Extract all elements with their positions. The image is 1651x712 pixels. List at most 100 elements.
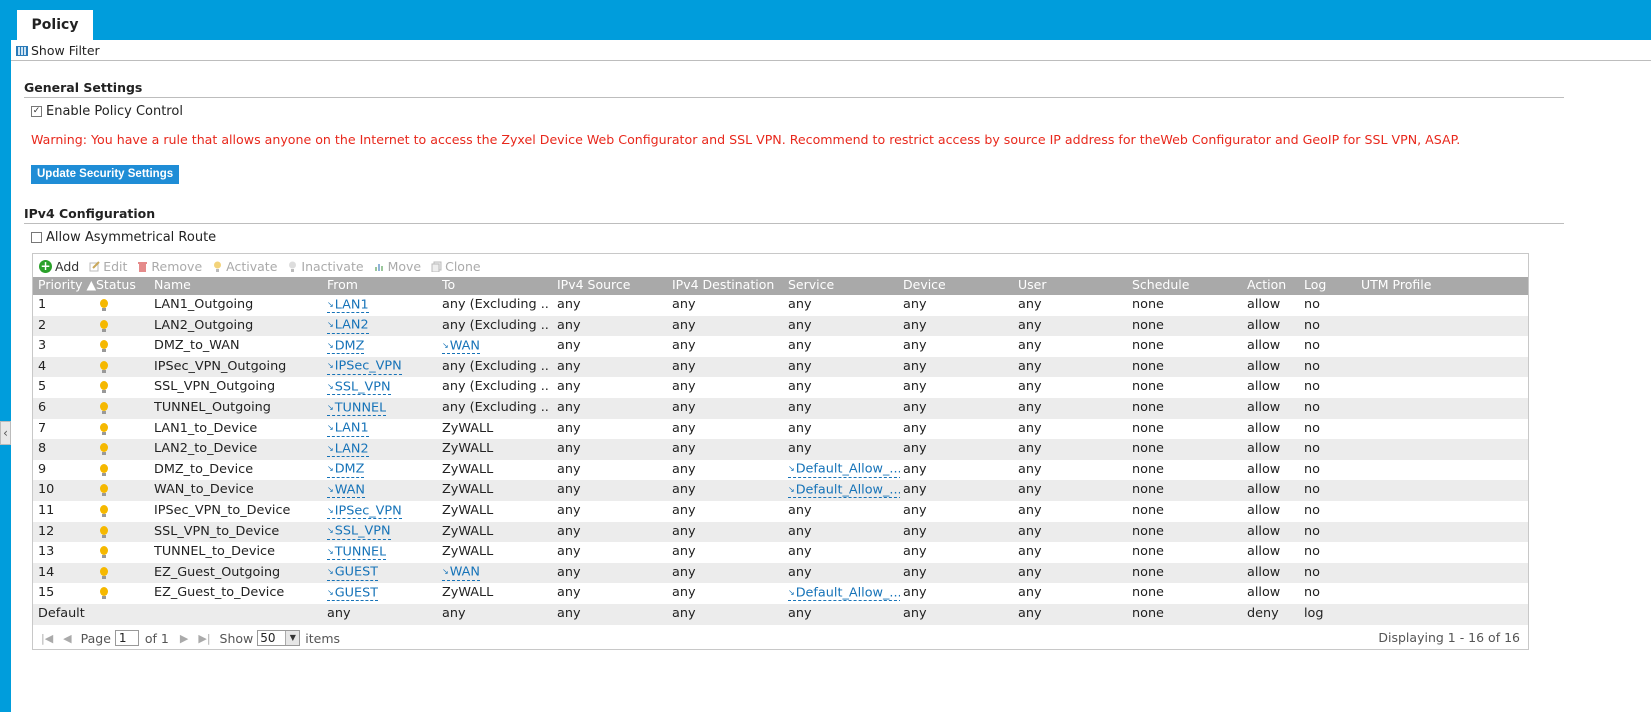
to-cell[interactable]: ↘WAN (442, 563, 550, 584)
object-link[interactable]: ↘LAN2 (327, 318, 369, 334)
table-row[interactable]: 9 DMZ_to_Device ↘DMZ ZyWALL any any ↘Default_A… (33, 460, 1528, 481)
from-cell[interactable]: ↘LAN2 (327, 439, 369, 460)
priority-cell: 13 (38, 544, 55, 560)
collapse-panel-button[interactable]: ‹ (0, 421, 11, 445)
from-cell[interactable]: ↘IPSec_VPN (327, 357, 402, 378)
tab-policy[interactable]: Policy (17, 10, 93, 40)
table-row[interactable]: 15 EZ_Guest_to_Device ↘GUEST ZyWALL any any ↘D… (33, 583, 1528, 604)
table-row[interactable]: 1 LAN1_Outgoing ↘LAN1 any (Excluding ... any… (33, 295, 1528, 316)
prev-page-icon[interactable]: ◀ (63, 632, 71, 645)
table-row[interactable]: 2 LAN2_Outgoing ↘LAN2 any (Excluding ... any… (33, 315, 1528, 337)
col-schedule[interactable]: Schedule (1132, 277, 1189, 292)
next-page-icon[interactable]: ▶ (180, 632, 188, 645)
service-cell[interactable]: ↘Default_Allow_... (788, 460, 900, 481)
from-cell[interactable]: ↘LAN2 (327, 316, 369, 337)
asymmetrical-route-checkbox[interactable] (31, 232, 42, 243)
from-cell[interactable]: ↘DMZ (327, 460, 365, 481)
table-row[interactable]: 6 TUNNEL_Outgoing ↘TUNNEL any (Excluding ..… (33, 398, 1528, 419)
object-link[interactable]: ↘WAN (327, 483, 365, 499)
from-cell[interactable]: ↘GUEST (327, 583, 379, 604)
add-button[interactable]: + Add (39, 259, 79, 274)
to-cell[interactable]: ↘WAN (442, 336, 550, 357)
page-input[interactable]: 1 (114, 630, 139, 646)
from-cell[interactable]: ↘LAN1 (327, 419, 369, 440)
object-link[interactable]: ↘LAN1 (327, 421, 369, 437)
from-cell[interactable]: ↘LAN1 (327, 295, 369, 316)
table-row[interactable]: 7 LAN1_to_Device ↘LAN1 ZyWALL any any any any an… (33, 419, 1528, 440)
last-page-icon[interactable]: ▶| (198, 632, 210, 645)
col-to[interactable]: To (442, 277, 455, 292)
from-cell[interactable]: ↘SSL_VPN (327, 522, 391, 543)
update-security-settings-button[interactable]: Update Security Settings (31, 165, 180, 184)
col-service[interactable]: Service (788, 277, 834, 292)
col-ipv4-destination[interactable]: IPv4 Destination (672, 277, 774, 292)
page-size-select[interactable]: 50 ▼ (257, 630, 301, 646)
object-link[interactable]: ↘DMZ (327, 339, 365, 355)
object-link[interactable]: ↘Default_Allow_... (788, 586, 900, 602)
priority-cell: 14 (38, 564, 55, 580)
col-priority[interactable]: Priority ▲ (38, 277, 96, 292)
from-cell[interactable]: ↘TUNNEL (327, 542, 387, 563)
log-cell: no (1304, 420, 1320, 436)
clone-button[interactable]: Clone (431, 259, 481, 274)
from-cell[interactable]: ↘DMZ (327, 336, 365, 357)
object-link[interactable]: ↘WAN (442, 339, 480, 355)
object-link[interactable]: ↘SSL_VPN (327, 524, 391, 540)
object-link[interactable]: ↘TUNNEL (327, 545, 387, 561)
inactivate-button[interactable]: Inactivate (287, 258, 364, 274)
edit-button[interactable]: Edit (89, 259, 127, 274)
col-user[interactable]: User (1018, 277, 1047, 292)
show-filter-button[interactable]: Show Filter (16, 43, 100, 58)
table-row[interactable]: 13 TUNNEL_to_Device ↘TUNNEL ZyWALL any any any… (33, 542, 1528, 563)
user-cell: any (1018, 317, 1042, 333)
col-from[interactable]: From (327, 277, 358, 292)
col-ipv4-source[interactable]: IPv4 Source (557, 277, 630, 292)
schedule-cell: none (1132, 482, 1164, 498)
object-link[interactable]: ↘GUEST (327, 586, 379, 602)
table-row[interactable]: 3 DMZ_to_WAN ↘DMZ ↘WAN any any any any any none al… (33, 336, 1528, 357)
object-icon: ↘ (327, 546, 334, 556)
from-cell[interactable]: ↘WAN (327, 480, 365, 501)
from-cell[interactable]: ↘TUNNEL (327, 398, 387, 419)
object-link[interactable]: ↘Default_Allow_... (788, 483, 900, 499)
user-cell: any (1018, 297, 1042, 312)
table-row[interactable]: Default any any any any any any any none deny log (33, 604, 1528, 625)
from-cell[interactable]: ↘SSL_VPN (327, 377, 391, 398)
table-row[interactable]: 12 SSL_VPN_to_Device ↘SSL_VPN ZyWALL any any a… (33, 521, 1528, 543)
col-device[interactable]: Device (903, 277, 946, 292)
priority-cell: 15 (38, 585, 55, 601)
object-link[interactable]: ↘SSL_VPN (327, 380, 391, 396)
object-link[interactable]: ↘Default_Allow_... (788, 462, 900, 478)
object-link[interactable]: ↘IPSec_VPN (327, 359, 402, 375)
table-row[interactable]: 14 EZ_Guest_Outgoing ↘GUEST ↘WAN any any any an… (33, 562, 1528, 584)
object-link[interactable]: ↘TUNNEL (327, 401, 387, 416)
object-link[interactable]: ↘DMZ (327, 462, 365, 478)
move-button[interactable]: Move (374, 259, 421, 274)
col-log[interactable]: Log (1304, 277, 1326, 292)
col-action[interactable]: Action (1247, 277, 1286, 292)
service-cell[interactable]: ↘Default_Allow_... (788, 480, 900, 501)
name-cell: DMZ_to_Device (154, 461, 254, 477)
object-link[interactable]: ↘LAN1 (327, 298, 369, 313)
object-link[interactable]: ↘IPSec_VPN (327, 504, 402, 519)
object-link[interactable]: ↘WAN (442, 565, 480, 581)
activate-button[interactable]: Activate (212, 259, 277, 274)
from-cell[interactable]: ↘GUEST (327, 563, 379, 584)
remove-button[interactable]: Remove (137, 259, 202, 274)
first-page-icon[interactable]: |◀ (41, 632, 53, 645)
inactivate-label: Inactivate (301, 258, 364, 274)
enable-policy-control-checkbox[interactable]: ✓ (31, 106, 42, 117)
table-row[interactable]: 10 WAN_to_Device ↘WAN ZyWALL any any ↘Default_… (33, 480, 1528, 501)
table-row[interactable]: 8 LAN2_to_Device ↘LAN2 ZyWALL any any any any an… (33, 439, 1528, 460)
object-link-label: LAN2 (334, 317, 369, 333)
col-name[interactable]: Name (154, 277, 191, 292)
table-row[interactable]: 5 SSL_VPN_Outgoing ↘SSL_VPN any (Excluding … (33, 377, 1528, 398)
object-link[interactable]: ↘LAN2 (327, 442, 369, 458)
col-utm-profile[interactable]: UTM Profile (1361, 277, 1431, 292)
object-link[interactable]: ↘GUEST (327, 565, 379, 581)
from-cell[interactable]: ↘IPSec_VPN (327, 501, 402, 522)
table-row[interactable]: 11 IPSec_VPN_to_Device ↘IPSec_VPN ZyWALL any… (33, 501, 1528, 522)
service-cell[interactable]: ↘Default_Allow_... (788, 583, 900, 604)
table-row[interactable]: 4 IPSec_VPN_Outgoing ↘IPSec_VPN any (Exclud… (33, 356, 1528, 378)
col-status[interactable]: Status (96, 277, 136, 292)
